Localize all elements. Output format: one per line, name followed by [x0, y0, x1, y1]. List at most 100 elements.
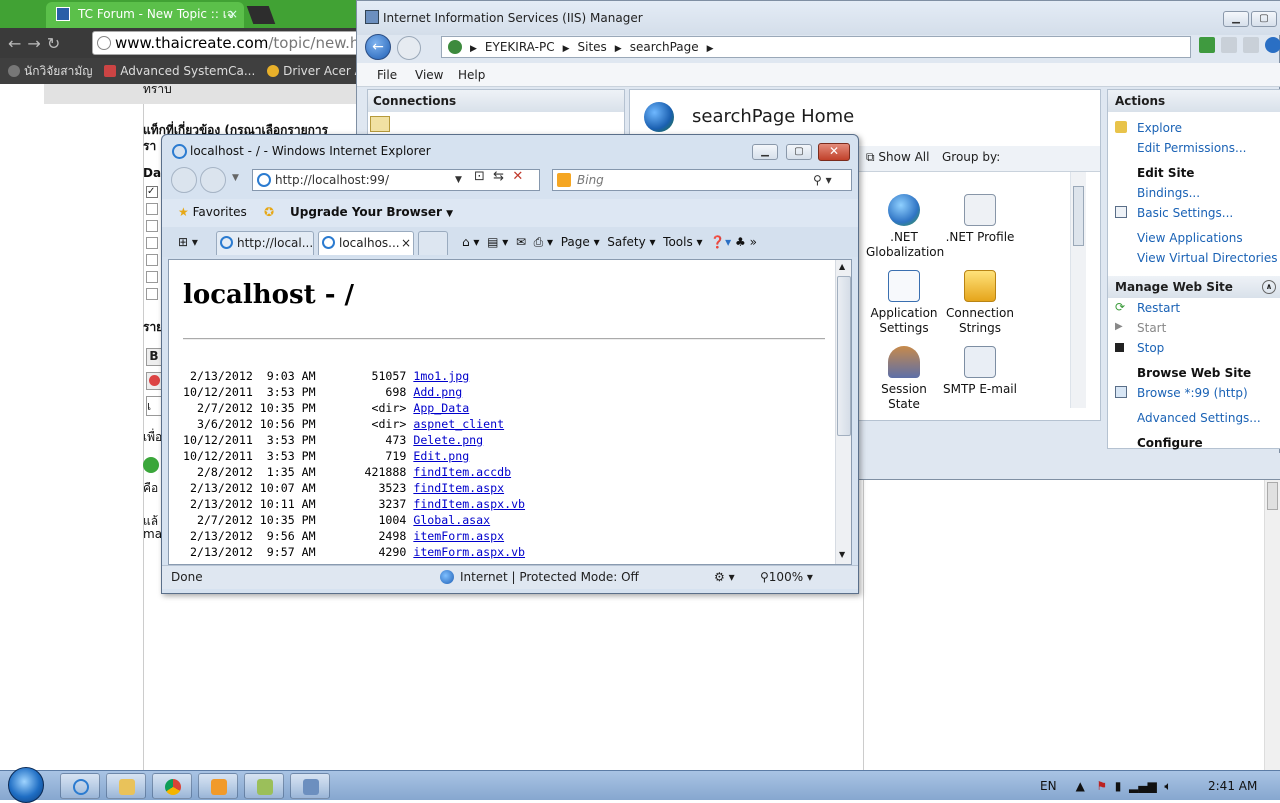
add-favorite-icon[interactable]: ✪ [264, 205, 274, 219]
action-view-applications[interactable]: View Applications [1137, 231, 1243, 245]
search-box[interactable]: Bing ⚲ ▾ [552, 169, 852, 191]
create-site-icon[interactable] [370, 116, 390, 132]
action-stop[interactable]: Stop [1137, 341, 1164, 355]
page-scrollbar[interactable]: ▲ ▼ [835, 260, 851, 564]
chrome-address-bar[interactable]: www.thaicreate.com/topic/new.htm [92, 31, 360, 55]
back-button[interactable]: ← [365, 34, 391, 60]
scrollbar-thumb[interactable] [837, 276, 851, 436]
editor-input[interactable]: เ [146, 396, 162, 416]
reload-icon[interactable]: ↻ [47, 34, 66, 53]
collapse-icon[interactable]: ∧ [1262, 280, 1276, 294]
bookmark-item[interactable]: นักวิจัยสามัญ [8, 58, 92, 84]
back-arrow-icon[interactable]: ← [8, 34, 27, 53]
tag-checkbox[interactable]: ✓ [146, 186, 158, 198]
stop-icon[interactable] [1221, 37, 1237, 53]
file-link[interactable]: aspnet_client [413, 417, 504, 431]
new-tab-button[interactable] [418, 231, 448, 255]
action-basic-settings[interactable]: Basic Settings... [1137, 206, 1233, 220]
menu-file[interactable]: File [377, 68, 397, 82]
compatibility-icon[interactable]: ⊡ [474, 169, 485, 184]
show-all-button[interactable]: ⧉ Show All [866, 150, 929, 165]
emoticon-button[interactable] [146, 372, 162, 390]
start-button[interactable] [8, 767, 44, 803]
network-icon[interactable]: ▂▄▆ [1129, 779, 1157, 793]
manage-web-site-header[interactable]: Manage Web Site ∧ [1108, 276, 1280, 298]
action-center-icon[interactable]: ⚑ [1096, 779, 1107, 793]
taskbar-iis[interactable] [290, 773, 330, 799]
forward-button[interactable] [200, 167, 226, 193]
home-icon[interactable] [1243, 37, 1259, 53]
tag-checkbox[interactable] [146, 203, 158, 215]
forward-arrow-icon[interactable]: → [27, 34, 46, 53]
back-button[interactable] [171, 167, 197, 193]
file-link[interactable]: Add.png [413, 385, 462, 399]
file-link[interactable]: Delete.png [413, 433, 483, 447]
help-icon[interactable]: ❓▾ [710, 235, 731, 249]
action-explore[interactable]: Explore [1137, 121, 1182, 135]
minimize-button[interactable]: ▁ [752, 144, 778, 160]
tag-checkbox[interactable] [146, 288, 158, 300]
show-hidden-icons-icon[interactable]: ▲ [1076, 779, 1085, 793]
tag-checkbox[interactable] [146, 220, 158, 232]
minimize-button[interactable]: ▁ [1223, 11, 1249, 27]
plus-icon[interactable] [143, 457, 159, 473]
tab-close-icon[interactable]: × [228, 2, 238, 26]
recent-pages-dropdown-icon[interactable]: ▼ [232, 173, 239, 183]
home-icon[interactable]: ⌂ ▾ [462, 235, 479, 249]
file-link[interactable]: itemForm.aspx [413, 529, 504, 543]
page-menu[interactable]: Page ▾ [561, 235, 600, 249]
file-link[interactable]: itemForm.aspx.vb [413, 545, 525, 559]
bookmark-item[interactable]: Advanced SystemCa... [104, 58, 255, 84]
action-browse-99[interactable]: Browse *:99 (http) [1137, 386, 1248, 400]
file-link[interactable]: Edit.png [413, 449, 469, 463]
file-link[interactable]: Global.asax [413, 513, 490, 527]
chrome-tab[interactable]: TC Forum - New Topic :: เจ × [46, 2, 244, 28]
power-icon[interactable]: ▮ [1115, 779, 1122, 793]
taskbar-media[interactable] [198, 773, 238, 799]
print-icon[interactable]: ⎙ ▾ [534, 235, 553, 249]
feature-connection-strings[interactable]: Connection Strings [942, 270, 1018, 336]
tag-checkbox[interactable] [146, 254, 158, 266]
menu-help[interactable]: Help [458, 68, 485, 82]
tab-close-icon[interactable]: × [401, 232, 411, 254]
mail-icon[interactable]: ✉ [516, 235, 526, 249]
breadcrumb-item[interactable]: Sites [578, 37, 607, 57]
features-scrollbar[interactable] [1070, 172, 1086, 408]
page-info-icon[interactable] [97, 36, 111, 50]
action-restart[interactable]: Restart [1137, 301, 1180, 315]
chrome-nav-buttons[interactable]: ←→↻ [8, 34, 66, 53]
menu-view[interactable]: View [415, 68, 443, 82]
bookmark-item[interactable]: Driver Acer Asp [267, 58, 360, 84]
popup-blocker-icon[interactable]: ⚙ ▾ [714, 566, 735, 588]
feature-session-state[interactable]: Session State [866, 346, 942, 412]
quick-tabs-icon[interactable]: ⊞ ▾ [178, 235, 198, 249]
clock[interactable]: 2:41 AM [1208, 771, 1257, 801]
file-link[interactable]: findItem.aspx.vb [413, 497, 525, 511]
maximize-button[interactable]: ▢ [786, 144, 812, 160]
action-advanced-settings[interactable]: Advanced Settings... [1137, 411, 1261, 425]
action-edit-permissions[interactable]: Edit Permissions... [1137, 141, 1246, 155]
bold-button[interactable]: B [146, 348, 162, 366]
tag-checkbox[interactable] [146, 271, 158, 283]
refresh-icon[interactable]: ⇆ [493, 169, 504, 184]
help-icon[interactable] [1265, 37, 1280, 53]
chevron-down-icon[interactable]: ▼ [455, 170, 462, 190]
group-by-label[interactable]: Group by: [942, 150, 1000, 164]
file-link[interactable]: findItem.accdb [413, 465, 511, 479]
forward-button[interactable] [397, 36, 421, 60]
file-link[interactable]: findItem.aspx [413, 481, 504, 495]
refresh-icon[interactable] [1199, 37, 1215, 53]
taskbar-chrome[interactable] [152, 773, 192, 799]
scrollbar-thumb[interactable] [1073, 186, 1084, 246]
overflow-chevron-icon[interactable]: » [750, 235, 757, 249]
feature-net-profile[interactable]: .NET Profile [942, 194, 1018, 245]
taskbar-explorer[interactable] [106, 773, 146, 799]
feeds-icon[interactable]: ▤ ▾ [487, 235, 508, 249]
page-scrollbar[interactable] [1264, 480, 1280, 770]
stop-icon[interactable]: ✕ [512, 169, 523, 184]
close-button[interactable]: ✕ [818, 143, 850, 161]
language-indicator[interactable]: EN [1040, 779, 1057, 793]
feature-application-settings[interactable]: Application Settings [866, 270, 942, 336]
breadcrumb-item[interactable]: searchPage [630, 37, 699, 57]
scroll-up-icon[interactable]: ▲ [839, 262, 845, 271]
